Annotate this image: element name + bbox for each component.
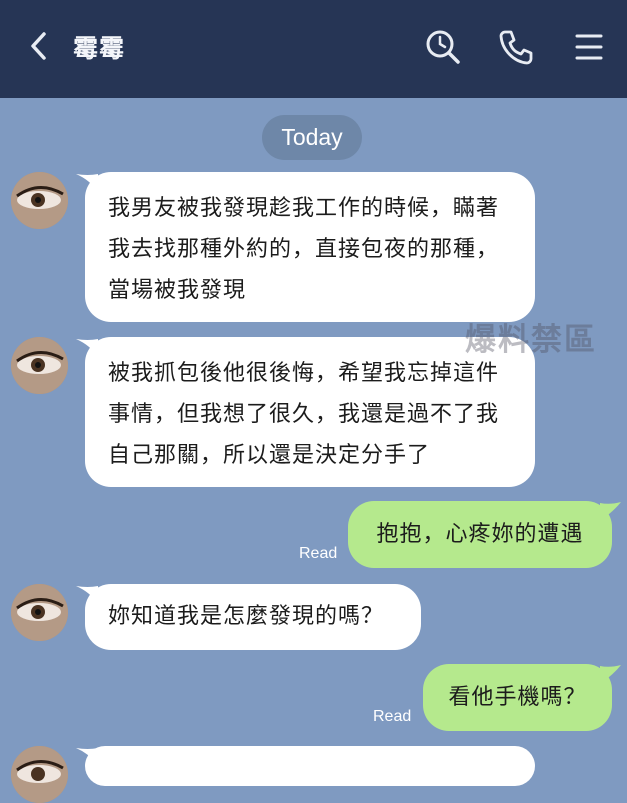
message-bubble-outgoing[interactable]: 看他手機嗎？ (423, 664, 612, 731)
date-separator: Today (262, 115, 362, 160)
back-button[interactable] (22, 28, 58, 64)
contact-avatar[interactable] (11, 337, 68, 394)
call-button[interactable] (496, 27, 536, 67)
phone-icon (499, 30, 533, 65)
contact-avatar[interactable] (11, 172, 68, 229)
search-button[interactable] (423, 27, 463, 67)
message-text: 看他手機嗎？ (448, 685, 587, 710)
message-text: 妳知道我是怎麼發現的嗎？ (108, 604, 385, 629)
avatar-eye-image (11, 584, 68, 641)
watermark: 爆料禁區 (465, 322, 597, 358)
chat-title: 霉霉 (73, 34, 126, 63)
read-status: Read (299, 545, 338, 562)
search-clock-icon (426, 30, 460, 64)
avatar-eye-image (11, 172, 68, 229)
avatar-eye-image (11, 746, 68, 803)
message-bubble[interactable]: 妳知道我是怎麼發現的嗎？ (85, 584, 421, 650)
hamburger-menu-icon (575, 34, 603, 60)
contact-avatar[interactable] (11, 584, 68, 641)
menu-button[interactable] (569, 27, 609, 67)
avatar-eye-image (11, 337, 68, 394)
chevron-left-icon (31, 32, 46, 60)
bubble-tail (600, 665, 621, 684)
bubble-tail (600, 502, 621, 521)
message-bubble[interactable]: 我男友被我發現趁我工作的時候，瞞著我去找那種外約的，直接包夜的那種，當場被我發現 (85, 172, 535, 322)
message-bubble[interactable]: 被我抓包後他很後悔，希望我忘掉這件事情，但我想了很久，我還是過不了我自己那關，所… (85, 337, 535, 487)
read-status: Read (373, 708, 412, 725)
message-bubble-partial[interactable] (85, 746, 535, 786)
message-bubble-outgoing[interactable]: 抱抱，心疼妳的遭遇 (348, 501, 612, 568)
message-text: 被我抓包後他很後悔，希望我忘掉這件事情，但我想了很久，我還是過不了我自己那關，所… (108, 361, 500, 468)
message-text: 我男友被我發現趁我工作的時候，瞞著我去找那種外約的，直接包夜的那種，當場被我發現 (108, 196, 500, 303)
contact-avatar[interactable] (11, 746, 68, 803)
chat-header: 霉霉 (0, 0, 627, 98)
message-text: 抱抱，心疼妳的遭遇 (376, 522, 584, 547)
